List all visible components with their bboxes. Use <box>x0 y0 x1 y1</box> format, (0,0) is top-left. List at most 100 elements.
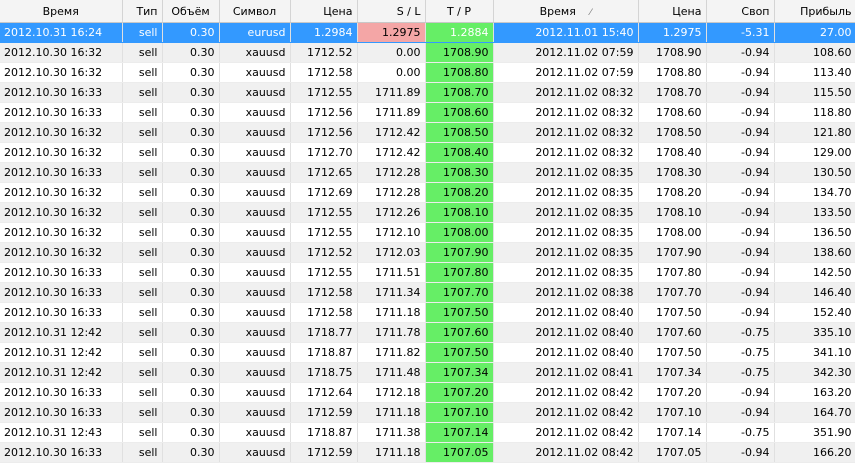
table-row[interactable]: 2012.10.30 16:32 sell 0.30 xauusd 1712.56 171… <box>0 122 855 143</box>
column-header-profit[interactable]: Прибыль <box>774 0 855 23</box>
cell-volume: 0.30 <box>162 402 220 423</box>
cell-swap: -0.94 <box>706 82 775 103</box>
cell-close-time: 2012.11.02 08:35 <box>493 182 639 203</box>
column-header-volume[interactable]: Объём <box>162 0 220 23</box>
cell-close-price: 1707.70 <box>638 282 707 303</box>
column-header-close-price[interactable]: Цена <box>638 0 707 23</box>
cell-volume: 0.30 <box>162 122 220 143</box>
cell-take-profit: 1707.60 <box>425 322 494 343</box>
cell-take-profit: 1.2884 <box>425 22 494 43</box>
cell-take-profit: 1707.10 <box>425 402 494 423</box>
table-row[interactable]: 2012.10.30 16:33 sell 0.30 xauusd 1712.56 171… <box>0 102 855 123</box>
table-row[interactable]: 2012.10.31 12:42 sell 0.30 xauusd 1718.77 171… <box>0 322 855 343</box>
table-row[interactable]: 2012.10.31 12:42 sell 0.30 xauusd 1718.75 171… <box>0 362 855 383</box>
cell-close-time: 2012.11.02 08:40 <box>493 342 639 363</box>
table-row[interactable]: 2012.10.30 16:32 sell 0.30 xauusd 1712.69 171… <box>0 182 855 203</box>
cell-swap: -0.94 <box>706 202 775 223</box>
table-row[interactable]: 2012.10.30 16:33 sell 0.30 xauusd 1712.59 171… <box>0 402 855 423</box>
cell-open-time: 2012.10.30 16:32 <box>0 42 123 63</box>
cell-volume: 0.30 <box>162 362 220 383</box>
cell-symbol: xauusd <box>219 402 291 423</box>
cell-close-time: 2012.11.02 08:40 <box>493 322 639 343</box>
sort-indicator-icon: ⁄ <box>589 7 592 18</box>
cell-type: sell <box>122 442 163 463</box>
cell-close-time: 2012.11.02 08:42 <box>493 402 639 423</box>
cell-open-price: 1712.55 <box>290 202 358 223</box>
cell-close-time: 2012.11.02 08:35 <box>493 242 639 263</box>
table-row[interactable]: 2012.10.30 16:33 sell 0.30 xauusd 1712.59 171… <box>0 442 855 463</box>
cell-volume: 0.30 <box>162 182 220 203</box>
cell-open-price: 1712.56 <box>290 122 358 143</box>
column-header-type[interactable]: Тип <box>122 0 163 23</box>
cell-take-profit: 1707.14 <box>425 422 494 443</box>
cell-close-price: 1707.50 <box>638 302 707 323</box>
cell-symbol: xauusd <box>219 222 291 243</box>
cell-close-price: 1707.50 <box>638 342 707 363</box>
table-row[interactable]: 2012.10.30 16:32 sell 0.30 xauusd 1712.52 0.0… <box>0 42 855 63</box>
table-row[interactable]: 2012.10.30 16:33 sell 0.30 xauusd 1712.55 171… <box>0 262 855 283</box>
cell-open-price: 1712.58 <box>290 302 358 323</box>
cell-type: sell <box>122 402 163 423</box>
table-row[interactable]: 2012.10.30 16:32 sell 0.30 xauusd 1712.55 171… <box>0 202 855 223</box>
cell-swap: -0.94 <box>706 182 775 203</box>
cell-type: sell <box>122 202 163 223</box>
cell-open-time: 2012.10.30 16:32 <box>0 222 123 243</box>
column-header-open-time[interactable]: Время <box>0 0 123 23</box>
cell-profit: 152.40 <box>774 302 855 323</box>
cell-symbol: xauusd <box>219 382 291 403</box>
cell-type: sell <box>122 302 163 323</box>
cell-stop-loss: 1712.42 <box>357 142 426 163</box>
cell-symbol: xauusd <box>219 42 291 63</box>
column-header-open-price[interactable]: Цена <box>290 0 358 23</box>
cell-volume: 0.30 <box>162 222 220 243</box>
cell-symbol: xauusd <box>219 242 291 263</box>
cell-close-time: 2012.11.02 08:35 <box>493 222 639 243</box>
cell-profit: 142.50 <box>774 262 855 283</box>
cell-close-price: 1707.20 <box>638 382 707 403</box>
cell-take-profit: 1708.60 <box>425 102 494 123</box>
cell-close-time: 2012.11.01 15:40 <box>493 22 639 43</box>
cell-close-time: 2012.11.02 08:32 <box>493 102 639 123</box>
cell-take-profit: 1708.70 <box>425 82 494 103</box>
table-row[interactable]: 2012.10.30 16:32 sell 0.30 xauusd 1712.52 171… <box>0 242 855 263</box>
cell-stop-loss: 1712.03 <box>357 242 426 263</box>
table-row[interactable]: 2012.10.30 16:33 sell 0.30 xauusd 1712.58 171… <box>0 282 855 303</box>
cell-type: sell <box>122 382 163 403</box>
cell-close-time: 2012.11.02 08:32 <box>493 82 639 103</box>
column-header-swap[interactable]: Своп <box>706 0 775 23</box>
table-row[interactable]: 2012.10.31 12:42 sell 0.30 xauusd 1718.87 171… <box>0 342 855 363</box>
cell-take-profit: 1707.50 <box>425 302 494 323</box>
cell-symbol: xauusd <box>219 102 291 123</box>
cell-stop-loss: 1711.18 <box>357 402 426 423</box>
cell-take-profit: 1707.20 <box>425 382 494 403</box>
cell-profit: 113.40 <box>774 62 855 83</box>
table-row[interactable]: 2012.10.30 16:32 sell 0.30 xauusd 1712.58 0.0… <box>0 62 855 83</box>
cell-swap: -0.94 <box>706 102 775 123</box>
table-row[interactable]: 2012.10.30 16:32 sell 0.30 xauusd 1712.70 171… <box>0 142 855 163</box>
cell-take-profit: 1707.90 <box>425 242 494 263</box>
cell-close-time: 2012.11.02 08:35 <box>493 162 639 183</box>
cell-open-time: 2012.10.30 16:32 <box>0 182 123 203</box>
table-row[interactable]: 2012.10.30 16:33 sell 0.30 xauusd 1712.55 171… <box>0 82 855 103</box>
cell-swap: -0.94 <box>706 222 775 243</box>
table-row[interactable]: 2012.10.30 16:32 sell 0.30 xauusd 1712.55 171… <box>0 222 855 243</box>
cell-profit: 335.10 <box>774 322 855 343</box>
table-row[interactable]: 2012.10.30 16:33 sell 0.30 xauusd 1712.64 171… <box>0 382 855 403</box>
column-header-symbol[interactable]: Символ <box>219 0 291 23</box>
cell-type: sell <box>122 362 163 383</box>
column-header-take-profit[interactable]: T / P <box>425 0 494 23</box>
table-row[interactable]: 2012.10.31 16:24 sell 0.30 eurusd 1.2984 1.29… <box>0 22 855 43</box>
cell-take-profit: 1708.40 <box>425 142 494 163</box>
cell-stop-loss: 1711.38 <box>357 422 426 443</box>
cell-open-time: 2012.10.30 16:32 <box>0 202 123 223</box>
table-row[interactable]: 2012.10.30 16:33 sell 0.30 xauusd 1712.58 171… <box>0 302 855 323</box>
cell-open-time: 2012.10.30 16:33 <box>0 262 123 283</box>
cell-open-price: 1712.59 <box>290 402 358 423</box>
table-row[interactable]: 2012.10.30 16:33 sell 0.30 xauusd 1712.65 171… <box>0 162 855 183</box>
cell-take-profit: 1708.00 <box>425 222 494 243</box>
cell-swap: -0.75 <box>706 322 775 343</box>
column-header-stop-loss[interactable]: S / L <box>357 0 426 23</box>
column-header-close-time[interactable]: Время ⁄ <box>493 0 639 23</box>
table-row[interactable]: 2012.10.31 12:43 sell 0.30 xauusd 1718.87 171… <box>0 422 855 443</box>
cell-open-price: 1712.58 <box>290 62 358 83</box>
